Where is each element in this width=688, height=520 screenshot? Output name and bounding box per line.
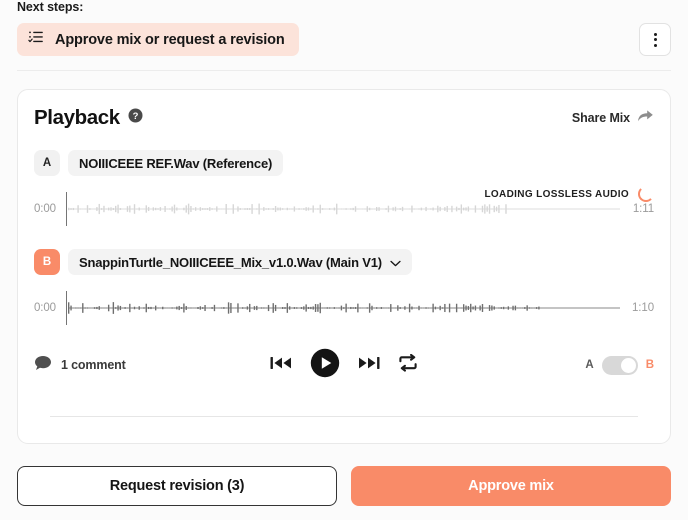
track-a-playhead[interactable] — [66, 192, 67, 226]
help-circle-icon[interactable]: ? — [128, 108, 143, 128]
track-badge-b: B — [34, 249, 60, 275]
ab-toggle-switch[interactable] — [602, 356, 638, 375]
skip-back-icon[interactable] — [270, 355, 292, 376]
track-name-a-text: NOIIICEEE REF.Wav (Reference) — [79, 156, 272, 171]
track-badge-a: A — [34, 150, 60, 176]
chevron-down-icon — [390, 255, 401, 270]
track-a-time-end: 1:11 — [620, 203, 654, 215]
waveform-row-b[interactable]: 0:00 1:10 — [34, 291, 654, 325]
track-b-time-end: 1:10 — [620, 302, 654, 314]
share-arrow-icon — [637, 109, 654, 128]
track-a-header: A NOIIICEEE REF.Wav (Reference) — [34, 150, 654, 176]
transport-bar: 1 comment — [34, 348, 654, 382]
kebab-dot — [654, 38, 657, 41]
header-divider — [17, 70, 671, 71]
kebab-dot — [654, 33, 657, 36]
page-title: Playback — [34, 106, 120, 130]
ab-compare-toggle[interactable]: A B — [585, 356, 654, 375]
next-steps-label: Next steps: — [17, 0, 83, 14]
playback-card-header: Playback ? Share Mix — [34, 106, 654, 130]
skip-forward-icon[interactable] — [358, 355, 380, 376]
track-a-loading-status: LOADING LOSSLESS AUDIO — [484, 186, 654, 202]
app-root: Next steps: Approve mix or request a rev… — [0, 0, 688, 520]
share-mix-label: Share Mix — [572, 111, 630, 125]
svg-text:?: ? — [132, 111, 138, 122]
request-revision-button[interactable]: Request revision (3) — [17, 466, 337, 506]
share-mix-button[interactable]: Share Mix — [572, 109, 654, 128]
track-row-a: A NOIIICEEE REF.Wav (Reference) 0:00 1:1… — [34, 150, 654, 226]
ab-toggle-label-a: A — [585, 359, 593, 371]
track-b-playhead[interactable] — [66, 291, 67, 325]
kebab-dot — [654, 44, 657, 47]
ab-toggle-label-b: B — [646, 359, 654, 371]
approve-mix-button[interactable]: Approve mix — [351, 466, 671, 506]
playback-card: Playback ? Share Mix A — [17, 89, 671, 444]
checklist-icon — [28, 29, 44, 50]
track-b-waveform[interactable] — [68, 291, 620, 325]
loading-spinner-icon — [638, 186, 654, 202]
track-b-header: B SnappinTurtle_NOIIICEEE_Mix_v1.0.Wav (… — [34, 249, 654, 275]
repeat-icon[interactable] — [398, 354, 418, 377]
playback-controls — [34, 348, 654, 383]
track-a-time-start: 0:00 — [34, 203, 66, 215]
comments-label: 1 comment — [61, 358, 126, 372]
comments-button[interactable]: 1 comment — [34, 355, 126, 376]
track-name-b-selector[interactable]: SnappinTurtle_NOIIICEEE_Mix_v1.0.Wav (Ma… — [68, 249, 412, 275]
track-b-time-start: 0:00 — [34, 302, 66, 314]
comment-bubble-icon — [34, 355, 52, 376]
next-steps-banner[interactable]: Approve mix or request a revision — [17, 23, 299, 56]
next-steps-text: Approve mix or request a revision — [55, 32, 285, 48]
card-footer-divider — [50, 416, 638, 417]
play-button[interactable] — [310, 348, 340, 383]
action-bar: Request revision (3) Approve mix — [0, 452, 688, 520]
track-row-b: B SnappinTurtle_NOIIICEEE_Mix_v1.0.Wav (… — [34, 249, 654, 325]
track-name-a: NOIIICEEE REF.Wav (Reference) — [68, 150, 283, 176]
ab-toggle-knob — [621, 358, 636, 373]
track-name-b-text: SnappinTurtle_NOIIICEEE_Mix_v1.0.Wav (Ma… — [79, 255, 382, 270]
loading-status-text: LOADING LOSSLESS AUDIO — [484, 189, 629, 200]
kebab-menu-button[interactable] — [639, 23, 671, 56]
